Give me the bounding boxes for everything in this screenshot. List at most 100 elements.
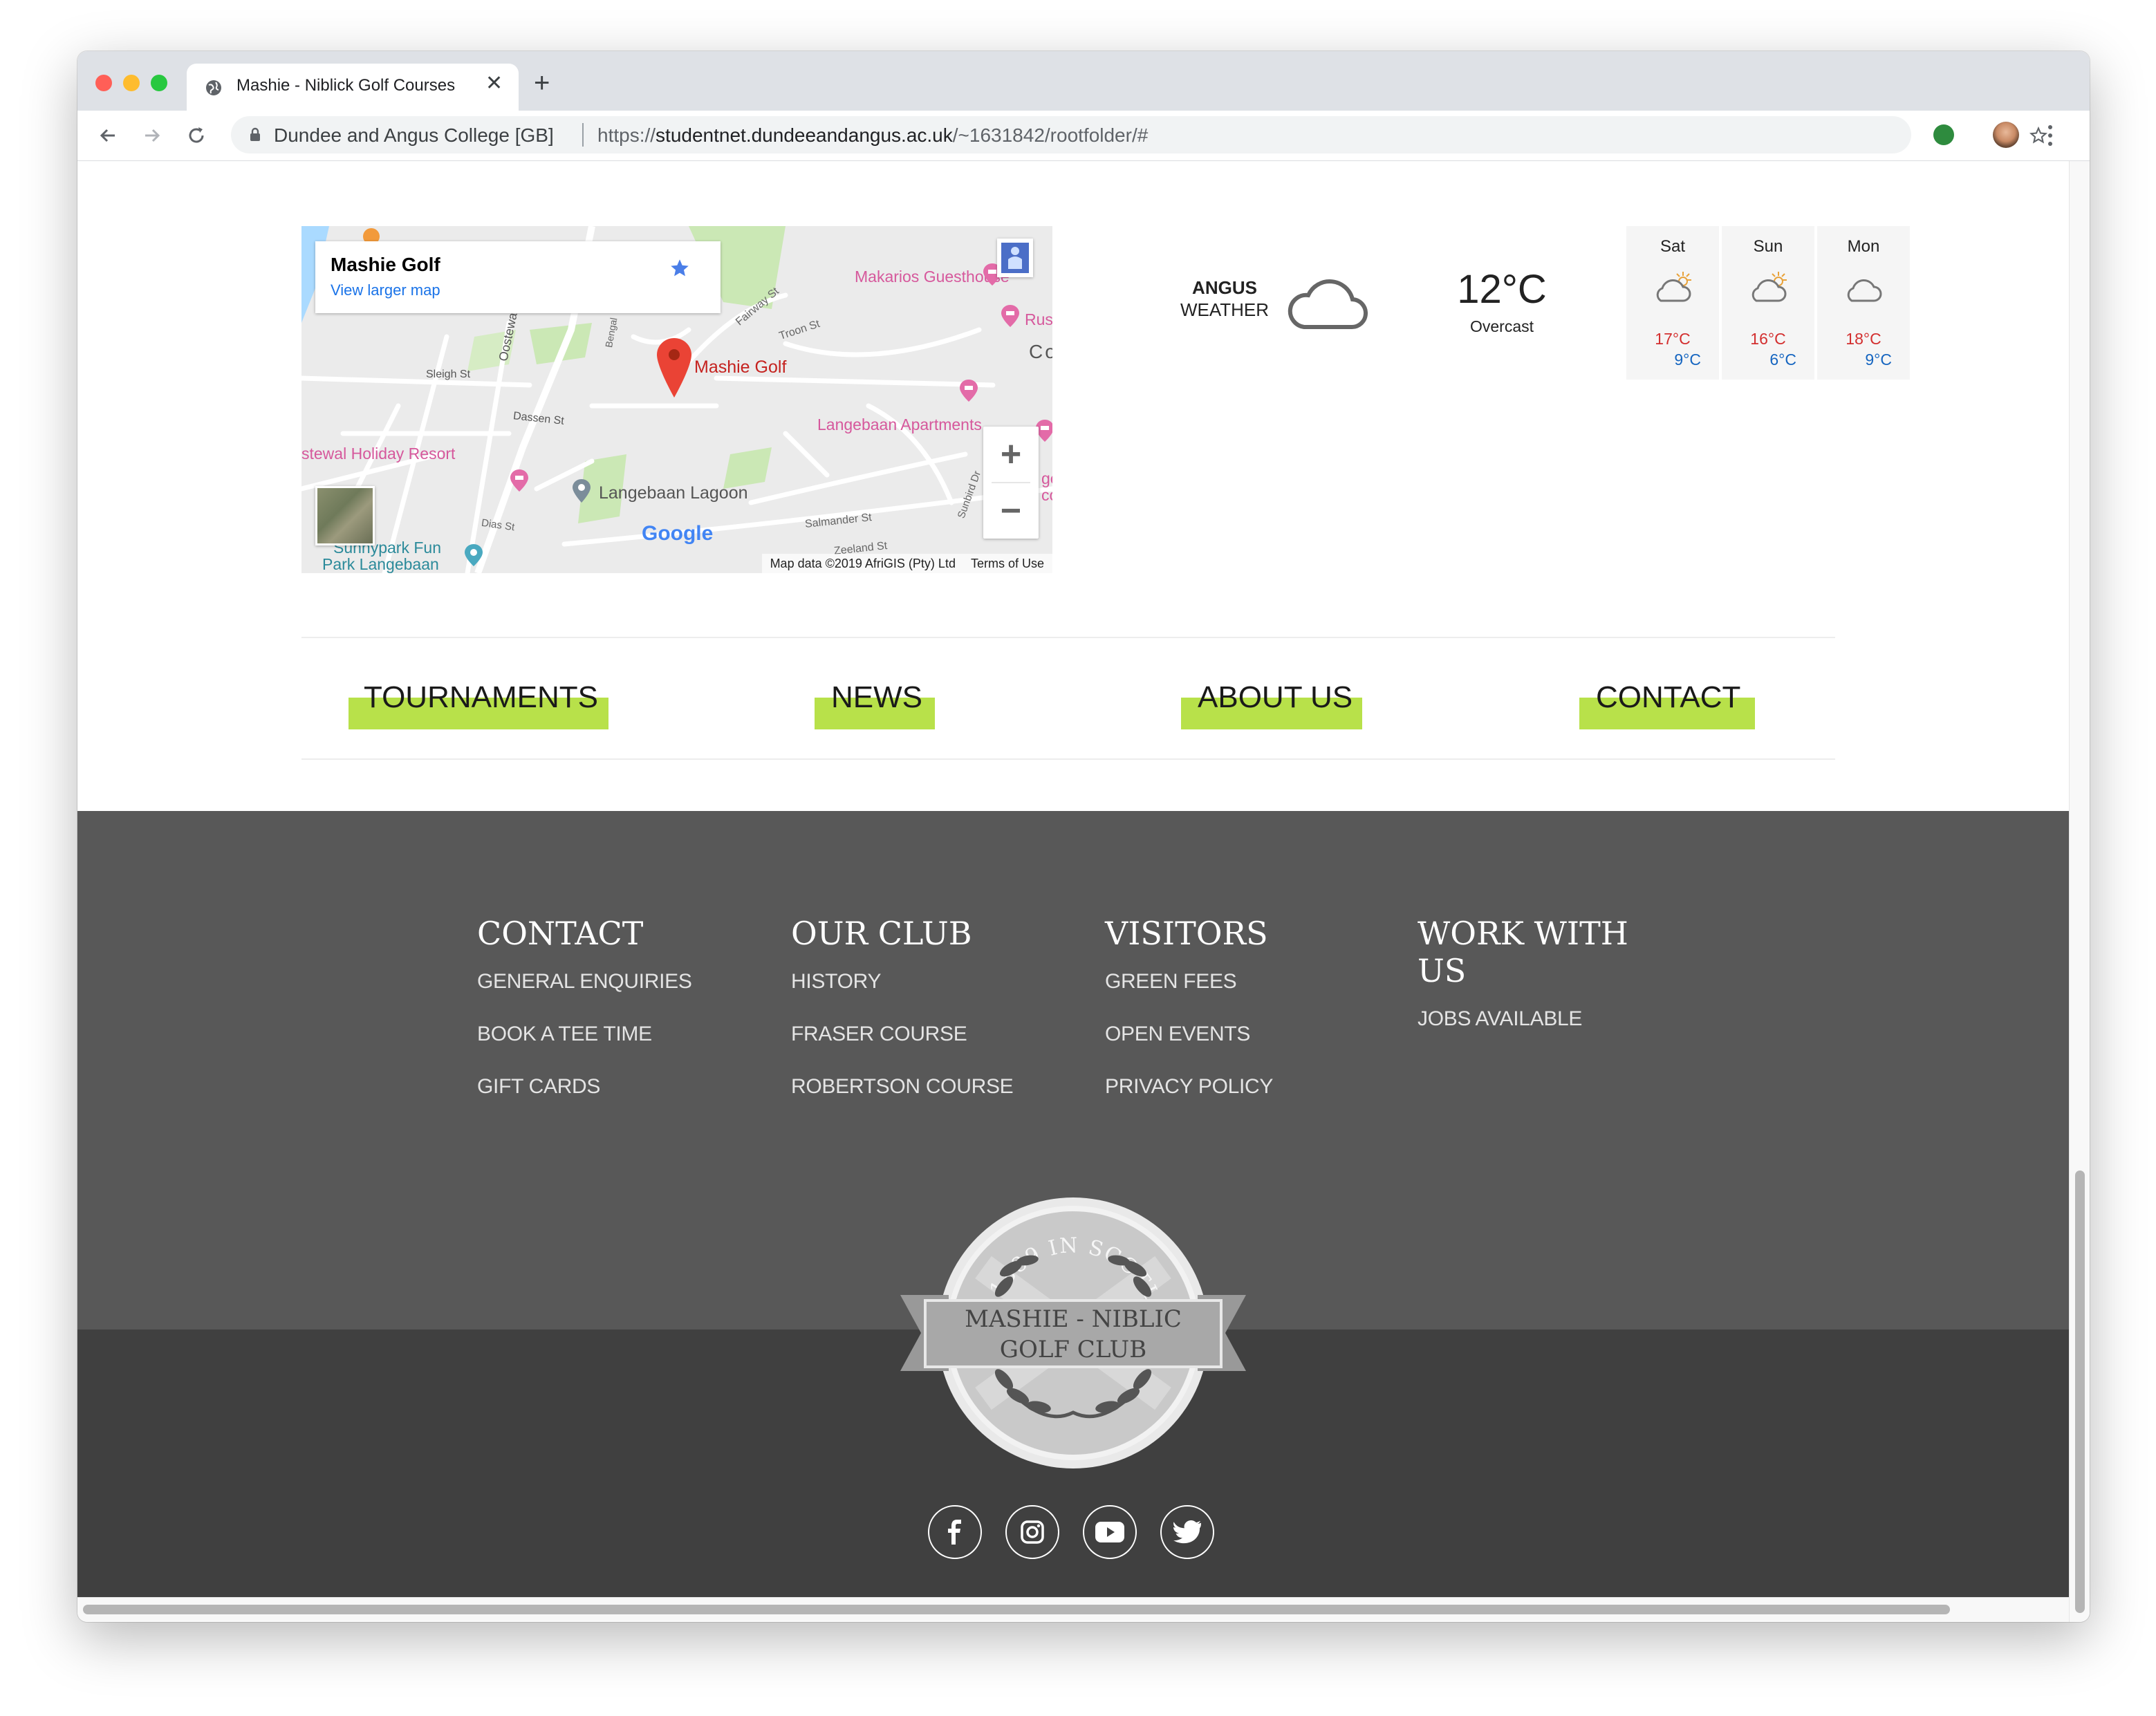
crest-name-line2: GOLF CLUB (1000, 1336, 1146, 1363)
back-icon[interactable] (95, 123, 120, 148)
hotel-pin-icon[interactable] (1001, 305, 1019, 327)
url-scheme: https:// (597, 124, 656, 146)
youtube-icon[interactable] (1083, 1505, 1137, 1559)
menu-kebab-icon[interactable] (2048, 123, 2052, 148)
horizontal-scrollbar[interactable] (77, 1597, 2069, 1622)
current-condition: Overcast (1469, 317, 1534, 335)
nav-tournaments[interactable]: TOURNAMENTS (349, 680, 608, 729)
map-attribution: Map data ©2019 AfriGIS (Pty) Ltd Terms of… (761, 554, 1052, 573)
location-marker-icon[interactable] (657, 338, 691, 398)
forecast-day: Sun 16°C 6°C (1722, 226, 1814, 380)
url-path: /~1631842/rootfolder/# (952, 124, 1149, 146)
street-view-pegman-icon[interactable] (997, 239, 1033, 277)
tab-bar: Mashie - Niblick Golf Courses ✕ + (77, 51, 2090, 111)
tab-title: Mashie - Niblick Golf Courses (236, 76, 456, 95)
forecast-low: 6°C (1769, 351, 1796, 369)
zoom-in-button[interactable]: + (983, 427, 1039, 482)
url-text[interactable]: https://studentnet.dundeeandangus.ac.uk/… (597, 124, 1148, 147)
footer-column-visitors: VISITORS GREEN FEES OPEN EVENTS PRIVACY … (1105, 915, 1395, 1128)
weather-city: ANGUS (1192, 277, 1257, 298)
nav-label: ABOUT US (1198, 680, 1353, 714)
close-window-button[interactable] (95, 75, 112, 91)
terms-of-use-link[interactable]: Terms of Use (971, 557, 1044, 570)
footer-link[interactable]: OPEN EVENTS (1105, 1023, 1395, 1046)
zoom-out-button[interactable]: − (983, 483, 1039, 539)
place-title: Mashie Golf (331, 254, 440, 275)
vertical-scroll-thumb[interactable] (2075, 1171, 2085, 1613)
bookmark-star-icon[interactable] (2029, 126, 2048, 145)
maximize-window-button[interactable] (151, 75, 167, 91)
footer-column-contact: CONTACT GENERAL ENQUIRIES BOOK A TEE TIM… (477, 915, 768, 1128)
embedded-map[interactable]: Makarios Guesthouse Rus Co Fairway St Tr… (301, 226, 1052, 573)
map-area-label: Co (1029, 341, 1052, 362)
partly-cloudy-icon (1656, 272, 1691, 302)
zoom-control: + − (983, 427, 1039, 539)
hotel-pin-icon[interactable] (960, 380, 978, 402)
tab-close-icon[interactable]: ✕ (485, 73, 503, 94)
park-pin-icon[interactable] (465, 544, 483, 566)
instagram-icon[interactable] (1005, 1505, 1059, 1559)
map-data-text: Map data ©2019 AfriGIS (Pty) Ltd (770, 557, 956, 570)
footer-link[interactable]: ROBERTSON COURSE (791, 1075, 1081, 1099)
forward-icon[interactable] (140, 123, 165, 148)
footer-link[interactable]: FRASER COURSE (791, 1023, 1081, 1046)
footer-link[interactable]: GREEN FEES (1105, 970, 1395, 994)
forecast-day-name: Sun (1753, 237, 1783, 256)
forecast-day: Mon 18°C 9°C (1817, 226, 1910, 380)
browser-toolbar: Dundee and Angus College [GB] https://st… (77, 111, 2090, 161)
footer-link[interactable]: JOBS AVAILABLE (1418, 1007, 1708, 1031)
footer-link[interactable]: PRIVACY POLICY (1105, 1075, 1395, 1099)
map-poi-label: stewal Holiday Resort (301, 445, 456, 463)
vertical-scrollbar[interactable] (2069, 161, 2090, 1622)
cloud-icon (1288, 279, 1368, 330)
forecast-high: 16°C (1750, 330, 1786, 348)
footer-heading: VISITORS (1105, 915, 1268, 952)
save-star-icon[interactable] (668, 257, 691, 280)
lock-icon[interactable] (249, 127, 261, 142)
nav-contact[interactable]: CONTACT (1579, 680, 1755, 729)
address-divider (582, 123, 584, 147)
map-poi-label: co (1041, 486, 1052, 504)
reload-icon[interactable] (184, 123, 209, 148)
globe-icon (206, 80, 221, 95)
url-host: studentnet.dundeeandangus.ac.uk (656, 124, 953, 146)
footer-link[interactable]: HISTORY (791, 970, 1081, 994)
horizontal-scroll-thumb[interactable] (83, 1605, 1950, 1614)
footer-link[interactable]: GENERAL ENQUIRIES (477, 970, 768, 994)
facebook-icon[interactable] (928, 1505, 982, 1559)
nav-news[interactable]: NEWS (815, 680, 935, 729)
address-bar[interactable]: Dundee and Angus College [GB] https://st… (231, 116, 2048, 153)
nav-label: NEWS (831, 680, 922, 714)
profile-avatar[interactable] (1993, 122, 2019, 148)
nav-about-us[interactable]: ABOUT US (1181, 680, 1362, 729)
forecast-day: Sat 17°C 9°C (1626, 226, 1719, 380)
forecast-low: 9°C (1674, 351, 1701, 369)
minimize-window-button[interactable] (123, 75, 140, 91)
twitter-icon[interactable] (1160, 1505, 1214, 1559)
footer-heading: US (1418, 952, 1467, 989)
extension-icon[interactable] (1933, 124, 1954, 145)
map-info-card: Mashie Golf View larger map (315, 241, 721, 313)
map-poi-label: Park Langebaan (322, 555, 439, 573)
map-street-label: Sleigh St (426, 369, 471, 380)
browser-tab[interactable]: Mashie - Niblick Golf Courses ✕ (187, 64, 519, 111)
google-logo: Google (642, 522, 714, 545)
footer-heading: OUR CLUB (791, 915, 972, 952)
nav-top-divider (301, 637, 1835, 638)
lagoon-pin-icon[interactable] (573, 479, 591, 503)
footer-column-work-with-us: WORK WITH US JOBS AVAILABLE (1418, 915, 1708, 1060)
crest-name-line1: MASHIE - NIBLIC (965, 1305, 1182, 1333)
view-larger-map-link[interactable]: View larger map (331, 281, 440, 299)
hotel-pin-icon[interactable] (510, 469, 528, 492)
forecast-day-name: Sat (1660, 237, 1686, 256)
club-crest-logo: EST. 1889 IN SCOTLAND MASHIE - NIBLIC (900, 1191, 1246, 1468)
nav-label: CONTACT (1596, 680, 1741, 714)
satellite-toggle-button[interactable] (315, 486, 375, 545)
forecast-high: 18°C (1846, 330, 1881, 348)
marker-label: Mashie Golf (694, 357, 787, 377)
footer-link[interactable]: GIFT CARDS (477, 1075, 768, 1099)
footer-link[interactable]: BOOK A TEE TIME (477, 1023, 768, 1046)
site-identity[interactable]: Dundee and Angus College [GB] (274, 124, 554, 147)
footer-column-our-club: OUR CLUB HISTORY FRASER COURSE ROBERTSON… (791, 915, 1081, 1128)
new-tab-icon[interactable]: + (534, 69, 550, 97)
